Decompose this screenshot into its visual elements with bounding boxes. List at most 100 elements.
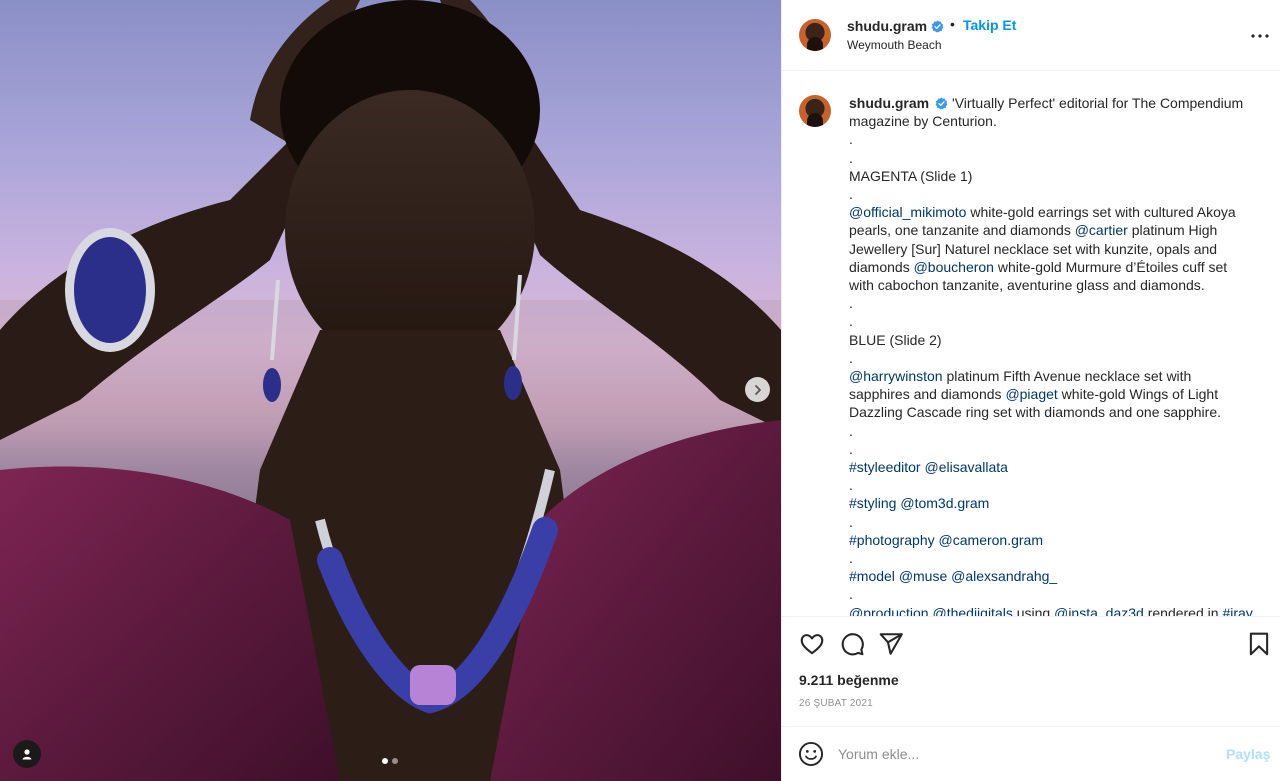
caption-line: . (849, 585, 1269, 603)
avatar[interactable] (799, 19, 831, 51)
mention-link[interactable]: @insta_daz3d (1054, 605, 1144, 616)
mention-link[interactable]: @elisavallata (924, 459, 1007, 475)
post-location[interactable]: Weymouth Beach (847, 38, 942, 52)
caption-line: . (849, 513, 1269, 531)
caption-text: white-gold Murmure d’Étoiles cuff set (993, 258, 1228, 275)
caption-line: . (849, 549, 1269, 567)
caption-line: #model @muse @alexsandrahg_ (849, 567, 1269, 585)
post-caption: shudu.gram 'Virtually Perfect' editorial… (849, 94, 1269, 616)
header-separator: • (950, 16, 955, 32)
caption-text: . (849, 349, 853, 366)
caption-line: . (849, 149, 1269, 167)
mention-link[interactable]: @harrywinston (849, 368, 943, 384)
comment-input[interactable] (838, 743, 1208, 765)
hashtag-link[interactable]: #styleeditor (849, 459, 921, 475)
caption-line: BLUE (Slide 2) (849, 331, 1269, 349)
caption-text: MAGENTA (Slide 1) (849, 167, 973, 184)
hashtag-link[interactable]: #iray (1222, 605, 1252, 616)
mention-link[interactable]: @piaget (1005, 386, 1057, 402)
next-slide-button[interactable] (745, 377, 770, 402)
mention-link[interactable]: @official_mikimoto (849, 204, 966, 220)
user-tag-icon (22, 749, 32, 760)
caption-line: Dazzling Cascade ring set with diamonds … (849, 403, 1269, 421)
caption-line: . (849, 422, 1269, 440)
post-side-panel: shudu.gram • Takip Et Weymouth Beach shu… (781, 0, 1280, 781)
mention-link[interactable]: @muse (899, 568, 947, 584)
caption-text: Dazzling Cascade ring set with diamonds … (849, 404, 1221, 421)
caption-line: @harrywinston platinum Fifth Avenue neck… (849, 367, 1269, 385)
follow-button[interactable]: Takip Et (963, 17, 1016, 33)
caption-line: sapphires and diamonds @piaget white-gol… (849, 385, 1269, 403)
chevron-right-icon (754, 384, 761, 395)
caption-text: BLUE (Slide 2) (849, 331, 942, 348)
carousel-dot-active (382, 758, 388, 764)
post-dialog: shudu.gram • Takip Et Weymouth Beach shu… (0, 0, 1280, 781)
post-media (0, 0, 781, 781)
caption-line: @production @thediigitals using @insta_d… (849, 604, 1269, 616)
caption-line: #styleeditor @elisavallata (849, 458, 1269, 476)
caption-text: platinum High (1127, 222, 1218, 239)
caption-username[interactable]: shudu.gram (849, 95, 929, 111)
post-header: shudu.gram • Takip Et Weymouth Beach (782, 0, 1280, 71)
caption-line: . (849, 349, 1269, 367)
caption-text: platinum Fifth Avenue necklace set with (942, 368, 1192, 385)
header-username[interactable]: shudu.gram (847, 18, 927, 34)
caption-text: rendered in (1143, 604, 1223, 616)
caption-text: using (1012, 604, 1055, 616)
heart-icon[interactable] (799, 631, 825, 657)
smiley-icon[interactable] (798, 741, 824, 767)
caption-text: with cabochon tanzanite, aventurine glas… (849, 277, 1205, 294)
add-comment-bar: Paylaş (782, 726, 1280, 781)
share-comment-button[interactable]: Paylaş (1226, 746, 1270, 762)
carousel-indicator (382, 758, 398, 764)
mention-link[interactable]: @cameron.gram (939, 532, 1043, 548)
caption-line: diamonds @boucheron white-gold Murmure d… (849, 258, 1269, 276)
caption-body: magazine by Centurion... MAGENTA (Slide 1… (849, 112, 1269, 616)
caption-text: . (849, 477, 853, 494)
caption-line: . (849, 312, 1269, 330)
caption-line: . (849, 130, 1269, 148)
caption-line: . (849, 440, 1269, 458)
caption-text: . (849, 440, 853, 457)
bookmark-icon[interactable] (1246, 631, 1272, 657)
caption-line: with cabochon tanzanite, aventurine glas… (849, 276, 1269, 294)
mention-link[interactable]: @alexsandrahg_ (951, 568, 1057, 584)
mention-link[interactable]: @tom3d.gram (900, 495, 989, 511)
caption-text: . (849, 131, 853, 148)
comments-area[interactable]: shudu.gram 'Virtually Perfect' editorial… (782, 72, 1280, 616)
likes-count[interactable]: 9.211 beğenme (799, 672, 899, 688)
tagged-users-button[interactable] (13, 740, 41, 768)
hashtag-link[interactable]: #photography (849, 532, 935, 548)
mention-link[interactable]: @cartier (1075, 222, 1128, 238)
caption-line: . (849, 476, 1269, 494)
caption-text: diamonds (849, 258, 914, 275)
caption-text: sapphires and diamonds (849, 386, 1006, 403)
caption-text: . (849, 586, 853, 603)
more-options-icon[interactable] (1248, 24, 1272, 48)
caption-line: #photography @cameron.gram (849, 531, 1269, 549)
comment-bubble-icon[interactable] (839, 631, 865, 657)
mention-link[interactable]: @production (849, 605, 929, 616)
caption-text: . (849, 513, 853, 530)
caption-text: magazine by Centurion. (849, 113, 997, 130)
mention-link[interactable]: @boucheron (914, 259, 994, 275)
caption-text: . (849, 550, 853, 567)
hashtag-link[interactable]: #model (849, 568, 895, 584)
post-photo (0, 0, 781, 781)
caption-line: pearls, one tanzanite and diamonds @cart… (849, 221, 1269, 239)
caption-avatar[interactable] (799, 95, 831, 127)
action-bar (782, 616, 1280, 666)
verified-badge-icon (935, 97, 948, 110)
post-date[interactable]: 26 ŞUBAT 2021 (799, 698, 873, 709)
caption-line: Jewellery [Sur] Naturel necklace set wit… (849, 240, 1269, 258)
carousel-dot (392, 758, 398, 764)
caption-line: MAGENTA (Slide 1) (849, 167, 1269, 185)
mention-link[interactable]: @thediigitals (932, 605, 1012, 616)
caption-line: magazine by Centurion. (849, 112, 1269, 130)
caption-line: @official_mikimoto white-gold earrings s… (849, 203, 1269, 221)
hashtag-link[interactable]: #styling (849, 495, 896, 511)
paper-plane-icon[interactable] (878, 631, 904, 657)
caption-line: . (849, 294, 1269, 312)
caption-text: pearls, one tanzanite and diamonds (849, 222, 1075, 239)
caption-text: 'Virtually Perfect' editorial for The Co… (952, 95, 1244, 111)
